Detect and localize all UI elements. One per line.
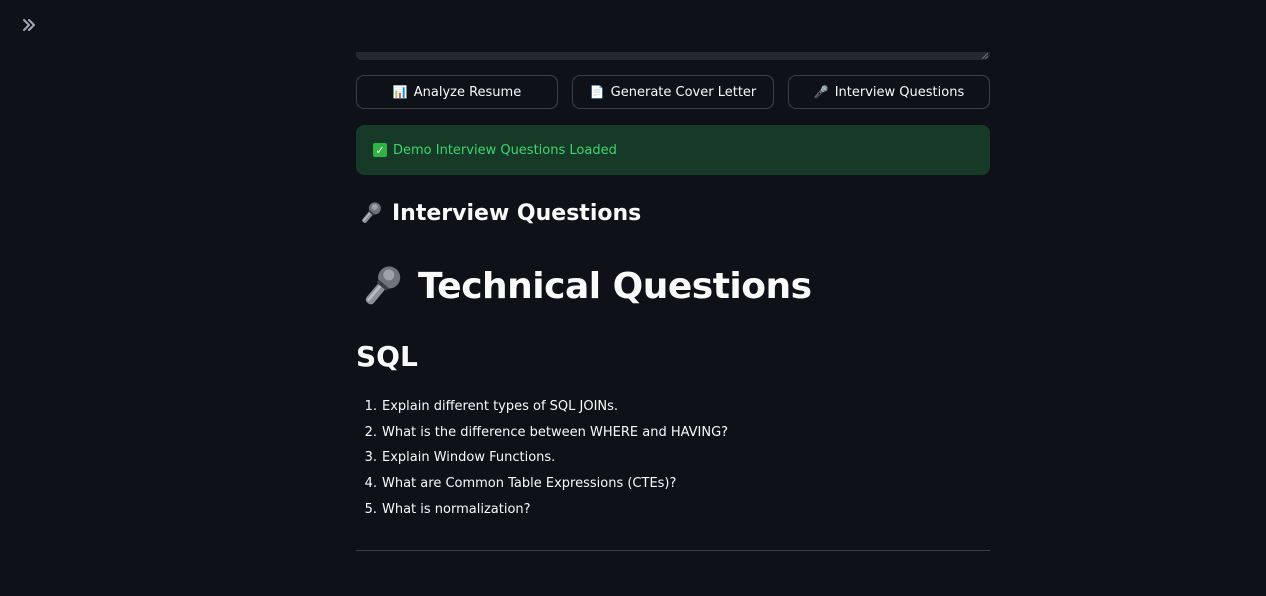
list-item-text: What are Common Table Expressions (CTEs)… bbox=[382, 476, 677, 492]
double-chevron-right-icon bbox=[23, 19, 35, 31]
subheading-sql: SQL bbox=[356, 340, 418, 373]
question-list: 1. Explain different types of SQL JOINs.… bbox=[356, 396, 729, 525]
alert-text: Demo Interview Questions Loaded bbox=[393, 142, 617, 158]
action-button-row: 📊 Analyze Resume 📄 Generate Cover Letter… bbox=[356, 75, 990, 109]
success-alert: ✓ Demo Interview Questions Loaded bbox=[356, 125, 990, 175]
generate-cover-letter-button[interactable]: 📄 Generate Cover Letter bbox=[572, 75, 774, 109]
analyze-resume-label: Analyze Resume bbox=[413, 84, 522, 100]
check-mark-icon: ✓ bbox=[373, 143, 387, 157]
microphone-icon bbox=[362, 202, 381, 223]
list-item-text: What is the difference between WHERE and… bbox=[382, 424, 729, 440]
list-item-text: Explain Window Functions. bbox=[382, 450, 556, 466]
list-item-text: What is normalization? bbox=[382, 501, 531, 517]
list-item-number: 3. bbox=[364, 450, 377, 466]
list-item-number: 1. bbox=[364, 399, 377, 414]
list-item: 1. Explain different types of SQL JOINs. bbox=[356, 396, 728, 422]
page-title-text: Technical Questions bbox=[418, 265, 812, 307]
page-title: Technical Questions bbox=[358, 262, 812, 310]
list-item: 2. What is the difference between WHERE … bbox=[356, 422, 729, 448]
list-item: 4. What are Common Table Expressions (CT… bbox=[356, 473, 728, 499]
microphone-icon: 🎤 bbox=[813, 85, 829, 99]
interview-questions-label: Interview Questions bbox=[834, 84, 965, 100]
app-root: 📊 Analyze Resume 📄 Generate Cover Letter… bbox=[0, 0, 1266, 596]
list-item-number: 2. bbox=[364, 424, 377, 440]
bar-chart-icon: 📊 bbox=[392, 85, 408, 99]
text-area[interactable] bbox=[356, 52, 990, 60]
section-heading: Interview Questions bbox=[358, 200, 641, 226]
list-item-number: 5. bbox=[364, 501, 377, 517]
divider bbox=[356, 550, 990, 551]
interview-questions-button[interactable]: 🎤 Interview Questions bbox=[788, 75, 990, 109]
list-item: 3. Explain Window Functions. bbox=[356, 447, 728, 473]
generate-cover-letter-label: Generate Cover Letter bbox=[610, 84, 757, 100]
document-icon: 📄 bbox=[589, 85, 605, 99]
list-item-number: 4. bbox=[364, 476, 377, 492]
analyze-resume-button[interactable]: 📊 Analyze Resume bbox=[356, 75, 558, 109]
list-item-text: Explain different types of SQL JOINs. bbox=[382, 399, 619, 414]
resize-handle-icon[interactable] bbox=[982, 53, 988, 59]
list-item: 5. What is normalization? bbox=[356, 499, 728, 525]
sidebar-expand-button[interactable] bbox=[18, 14, 40, 36]
section-heading-text: Interview Questions bbox=[392, 200, 642, 226]
microphone-icon bbox=[365, 266, 401, 305]
